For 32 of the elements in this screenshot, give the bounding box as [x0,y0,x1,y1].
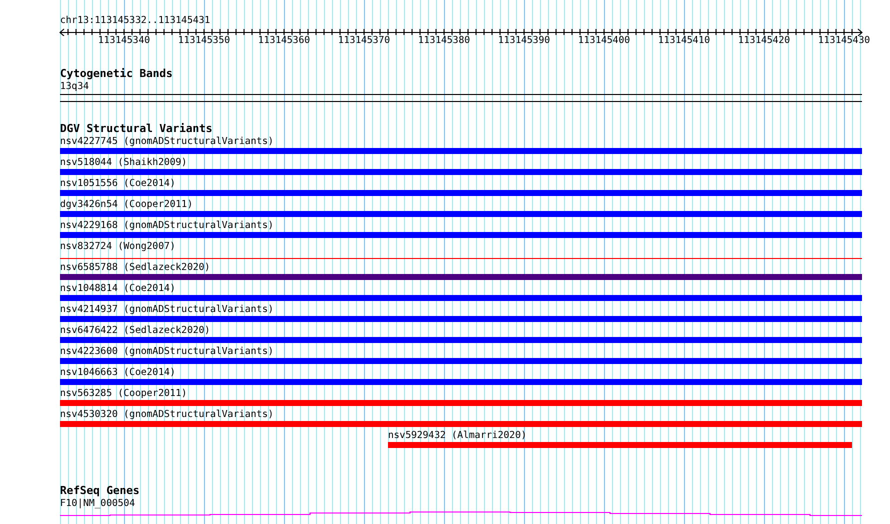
variant-label: dgv3426n54 (Cooper2011) [60,198,193,211]
variant-label: nsv563285 (Cooper2011) [60,387,188,400]
coordinate-label: 113145390 [498,35,550,47]
coordinate-label: 113145420 [738,35,790,47]
variant-label: nsv1048814 (Coe2014) [60,282,176,295]
coordinate-label: 113145350 [178,35,230,47]
coordinate-label: 113145410 [658,35,710,47]
coordinate-label: 113145340 [98,35,150,47]
gene-label: F10|NM_000504 [60,497,136,510]
variant-label: nsv1046663 (Coe2014) [60,366,176,379]
track-title: RefSeq Genes [60,485,140,497]
coordinate-label: 113145380 [418,35,470,47]
variant-label: nsv6585788 (Sedlazeck2020) [60,261,210,274]
variant-label: nsv1051556 (Coe2014) [60,177,176,190]
coordinate-label: 113145430 [818,35,870,47]
band-label: 13q34 [60,80,89,93]
track-title: DGV Structural Variants [60,123,212,135]
variant-label: nsv4229168 (gnomADStructuralVariants) [60,219,274,232]
variant-label: nsv832724 (Wong2007) [60,240,176,253]
variant-label: nsv4530320 (gnomADStructuralVariants) [60,408,274,421]
coordinate-label: 113145400 [578,35,630,47]
variant-label: nsv5929432 (Almarri2020) [388,429,527,442]
variant-label: nsv6476422 (Sedlazeck2020) [60,324,210,337]
coordinate-label: 113145360 [258,35,310,47]
location-text: chr13:113145332..113145431 [60,14,210,27]
gene-line[interactable] [60,512,862,516]
variant-label: nsv4227745 (gnomADStructuralVariants) [60,135,274,148]
track-title: Cytogenetic Bands [60,68,173,80]
variant-label: nsv4223600 (gnomADStructuralVariants) [60,345,274,358]
coordinate-label: 113145370 [338,35,390,47]
variant-label: nsv4214937 (gnomADStructuralVariants) [60,303,274,316]
variant-label: nsv518044 (Shaikh2009) [60,156,188,169]
